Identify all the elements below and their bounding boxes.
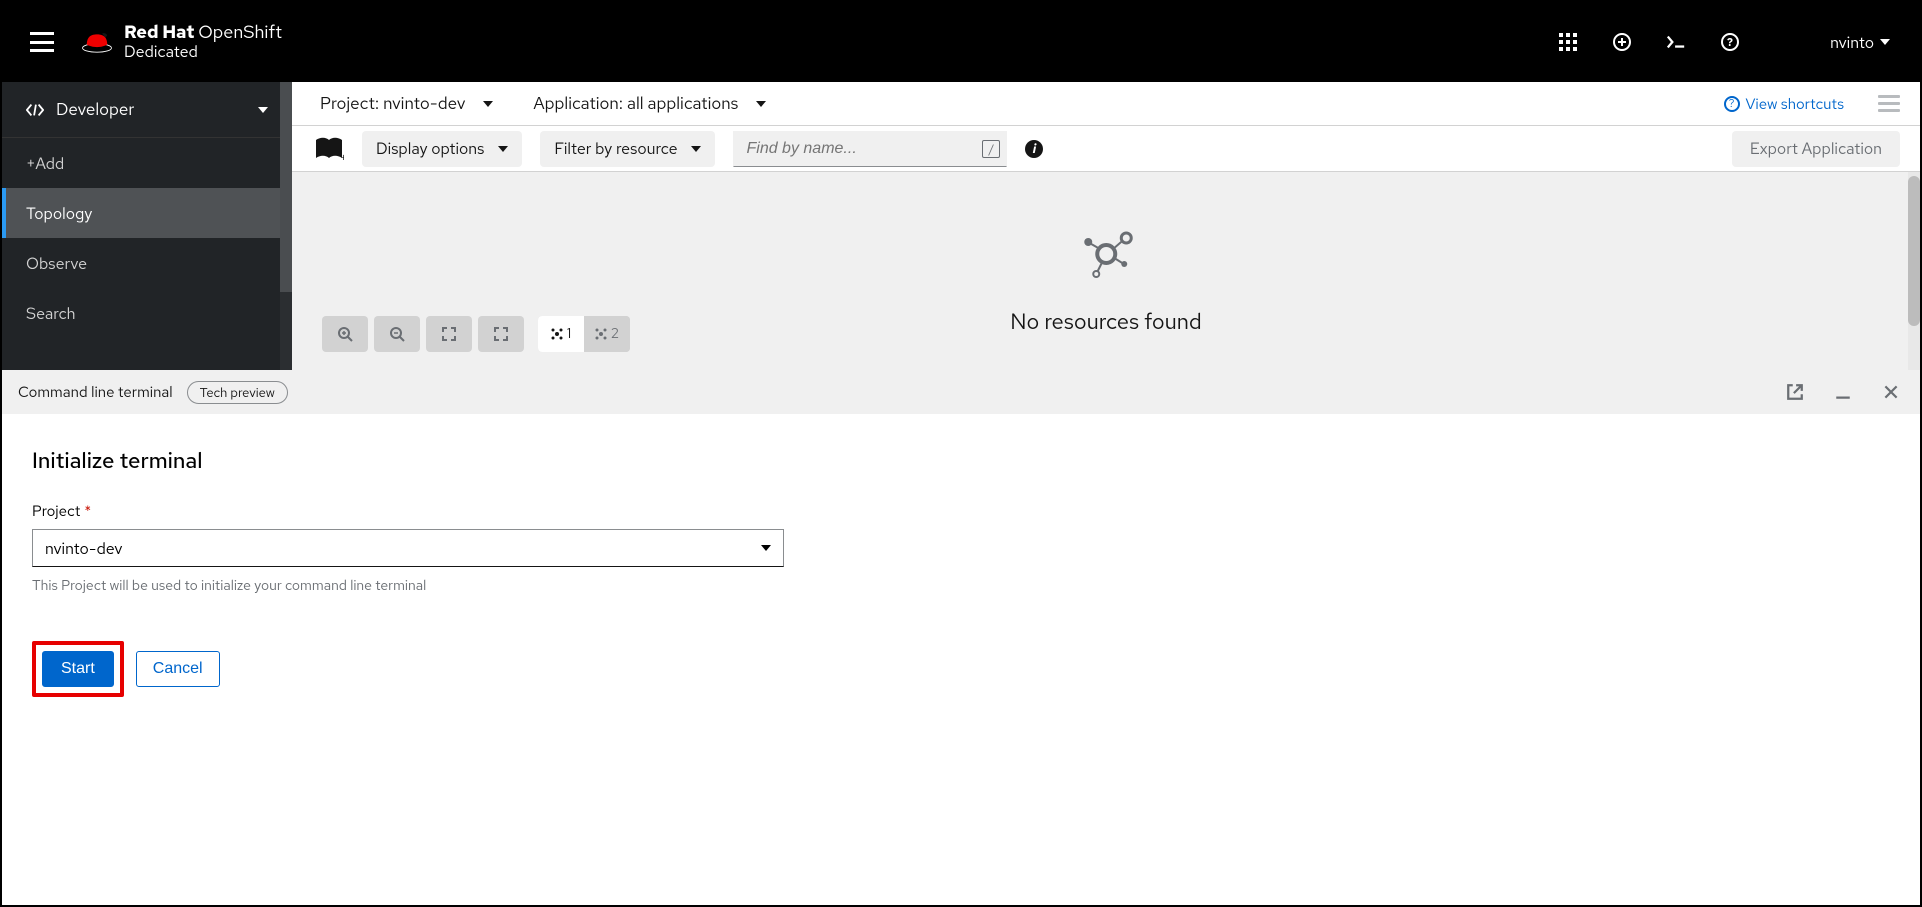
project-field-label: Project*: [32, 501, 1890, 521]
import-icon[interactable]: [1612, 32, 1632, 52]
topology-empty-icon: [1078, 226, 1134, 282]
close-icon[interactable]: [1882, 383, 1900, 401]
application-selector[interactable]: Application: all applications: [533, 93, 766, 115]
tech-preview-badge: Tech preview: [187, 381, 288, 404]
user-menu[interactable]: nvinto: [1830, 32, 1890, 53]
cancel-button[interactable]: Cancel: [136, 651, 220, 687]
list-view-toggle[interactable]: [1878, 95, 1900, 113]
chevron-down-icon: [498, 146, 508, 152]
app-launcher-icon[interactable]: [1558, 32, 1578, 52]
reset-view-button[interactable]: [478, 316, 524, 352]
chevron-down-icon: [761, 545, 771, 551]
chevron-down-icon: [691, 146, 701, 152]
terminal-title: Command line terminal: [18, 382, 173, 402]
fit-to-screen-button[interactable]: [426, 316, 472, 352]
sidebar-item-topology[interactable]: Topology: [2, 188, 292, 238]
info-icon[interactable]: i: [1025, 140, 1043, 158]
brand-logo[interactable]: Red Hat OpenShift Dedicated: [80, 23, 282, 60]
view-shortcuts-link[interactable]: ? View shortcuts: [1724, 94, 1844, 114]
chevron-down-icon: [1880, 39, 1890, 45]
export-application-button[interactable]: Export Application: [1732, 131, 1900, 167]
terminal-drawer-body: Initialize terminal Project* nvinto-dev …: [2, 414, 1920, 697]
code-icon: [26, 103, 44, 117]
masthead: Red Hat OpenShift Dedicated ? nvinto: [2, 2, 1920, 82]
find-input[interactable]: [746, 140, 982, 158]
empty-state-title: No resources found: [1010, 307, 1202, 336]
zoom-out-button[interactable]: [374, 316, 420, 352]
redhat-fedora-icon: [80, 29, 114, 55]
start-button[interactable]: Start: [42, 651, 114, 687]
layout-2-button[interactable]: 2: [584, 316, 630, 352]
minimize-icon[interactable]: [1834, 383, 1852, 401]
topology-toolbar: + Display options Filter by resource / i…: [292, 126, 1920, 172]
context-bar: Project: nvinto-dev Application: all app…: [292, 82, 1920, 126]
help-icon[interactable]: ?: [1720, 32, 1740, 52]
sidebar-scrollbar[interactable]: [280, 82, 292, 370]
perspective-switcher[interactable]: Developer: [2, 82, 292, 138]
nav-toggle-button[interactable]: [30, 32, 54, 52]
find-by-name-input[interactable]: /: [733, 131, 1007, 167]
layout-1-button[interactable]: 1: [538, 316, 584, 352]
empty-state: No resources found: [1010, 226, 1202, 336]
sidebar-item-search[interactable]: Search: [2, 288, 292, 338]
slash-key-hint: /: [982, 140, 1000, 158]
topology-canvas[interactable]: No resources found 1: [292, 172, 1920, 370]
project-select-value: nvinto-dev: [45, 538, 122, 559]
drawer-title: Initialize terminal: [32, 446, 1890, 475]
chevron-down-icon: [483, 101, 493, 107]
username: nvinto: [1830, 32, 1874, 53]
question-circle-icon: ?: [1724, 96, 1740, 112]
sidebar-item-observe[interactable]: Observe: [2, 238, 292, 288]
zoom-toolbar: 1 2: [322, 316, 630, 352]
perspective-label: Developer: [56, 99, 258, 121]
chevron-down-icon: [258, 107, 268, 113]
filter-by-resource-dropdown[interactable]: Filter by resource: [540, 131, 715, 167]
project-select[interactable]: nvinto-dev: [32, 529, 784, 567]
svg-text:?: ?: [1727, 36, 1733, 50]
book-icon[interactable]: +: [314, 136, 344, 162]
main-content: Project: nvinto-dev Application: all app…: [292, 82, 1920, 370]
display-options-dropdown[interactable]: Display options: [362, 131, 522, 167]
project-hint: This Project will be used to initialize …: [32, 577, 1890, 595]
terminal-drawer-header: Command line terminal Tech preview: [2, 370, 1920, 414]
sidebar-item-add[interactable]: +Add: [2, 138, 292, 188]
highlight-annotation: Start: [32, 641, 124, 697]
terminal-icon[interactable]: [1666, 32, 1686, 52]
svg-text:+: +: [340, 150, 344, 162]
chevron-down-icon: [756, 101, 766, 107]
zoom-in-button[interactable]: [322, 316, 368, 352]
canvas-scrollbar[interactable]: [1908, 172, 1920, 370]
open-external-icon[interactable]: [1786, 383, 1804, 401]
project-selector[interactable]: Project: nvinto-dev: [320, 93, 493, 115]
sidebar: Developer +Add Topology Observe Search: [2, 82, 292, 370]
brand-text: Red Hat OpenShift Dedicated: [124, 23, 282, 60]
